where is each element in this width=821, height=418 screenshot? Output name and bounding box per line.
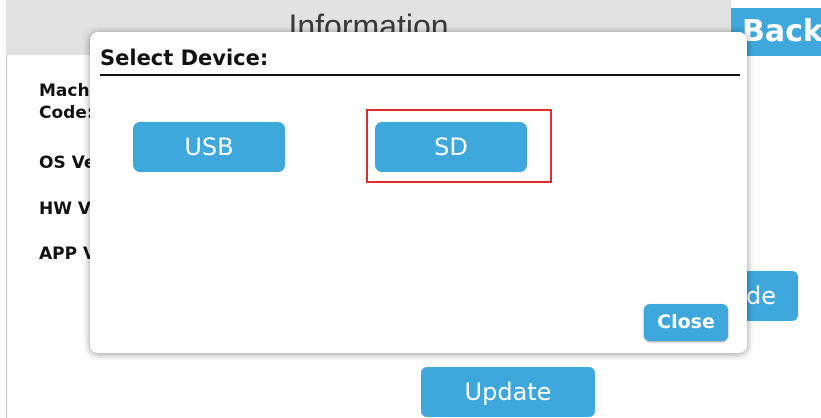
- select-device-dialog: Select Device: USB SD Close: [90, 32, 747, 353]
- machine-code-label: Mach Code:: [39, 80, 94, 124]
- sd-button[interactable]: SD: [375, 122, 527, 172]
- close-button[interactable]: Close: [644, 304, 728, 341]
- machine-code-label-line1: Mach: [39, 81, 90, 101]
- usb-button[interactable]: USB: [133, 122, 285, 172]
- machine-code-label-line2: Code:: [39, 103, 94, 123]
- update-button[interactable]: Update: [421, 367, 595, 417]
- dialog-title: Select Device:: [100, 46, 269, 70]
- app-version-label: APP V: [39, 244, 97, 264]
- dialog-divider: [100, 74, 740, 76]
- os-version-label: OS Ve: [39, 153, 96, 173]
- page-left-border: [6, 55, 7, 418]
- hw-version-label: HW V: [39, 199, 92, 219]
